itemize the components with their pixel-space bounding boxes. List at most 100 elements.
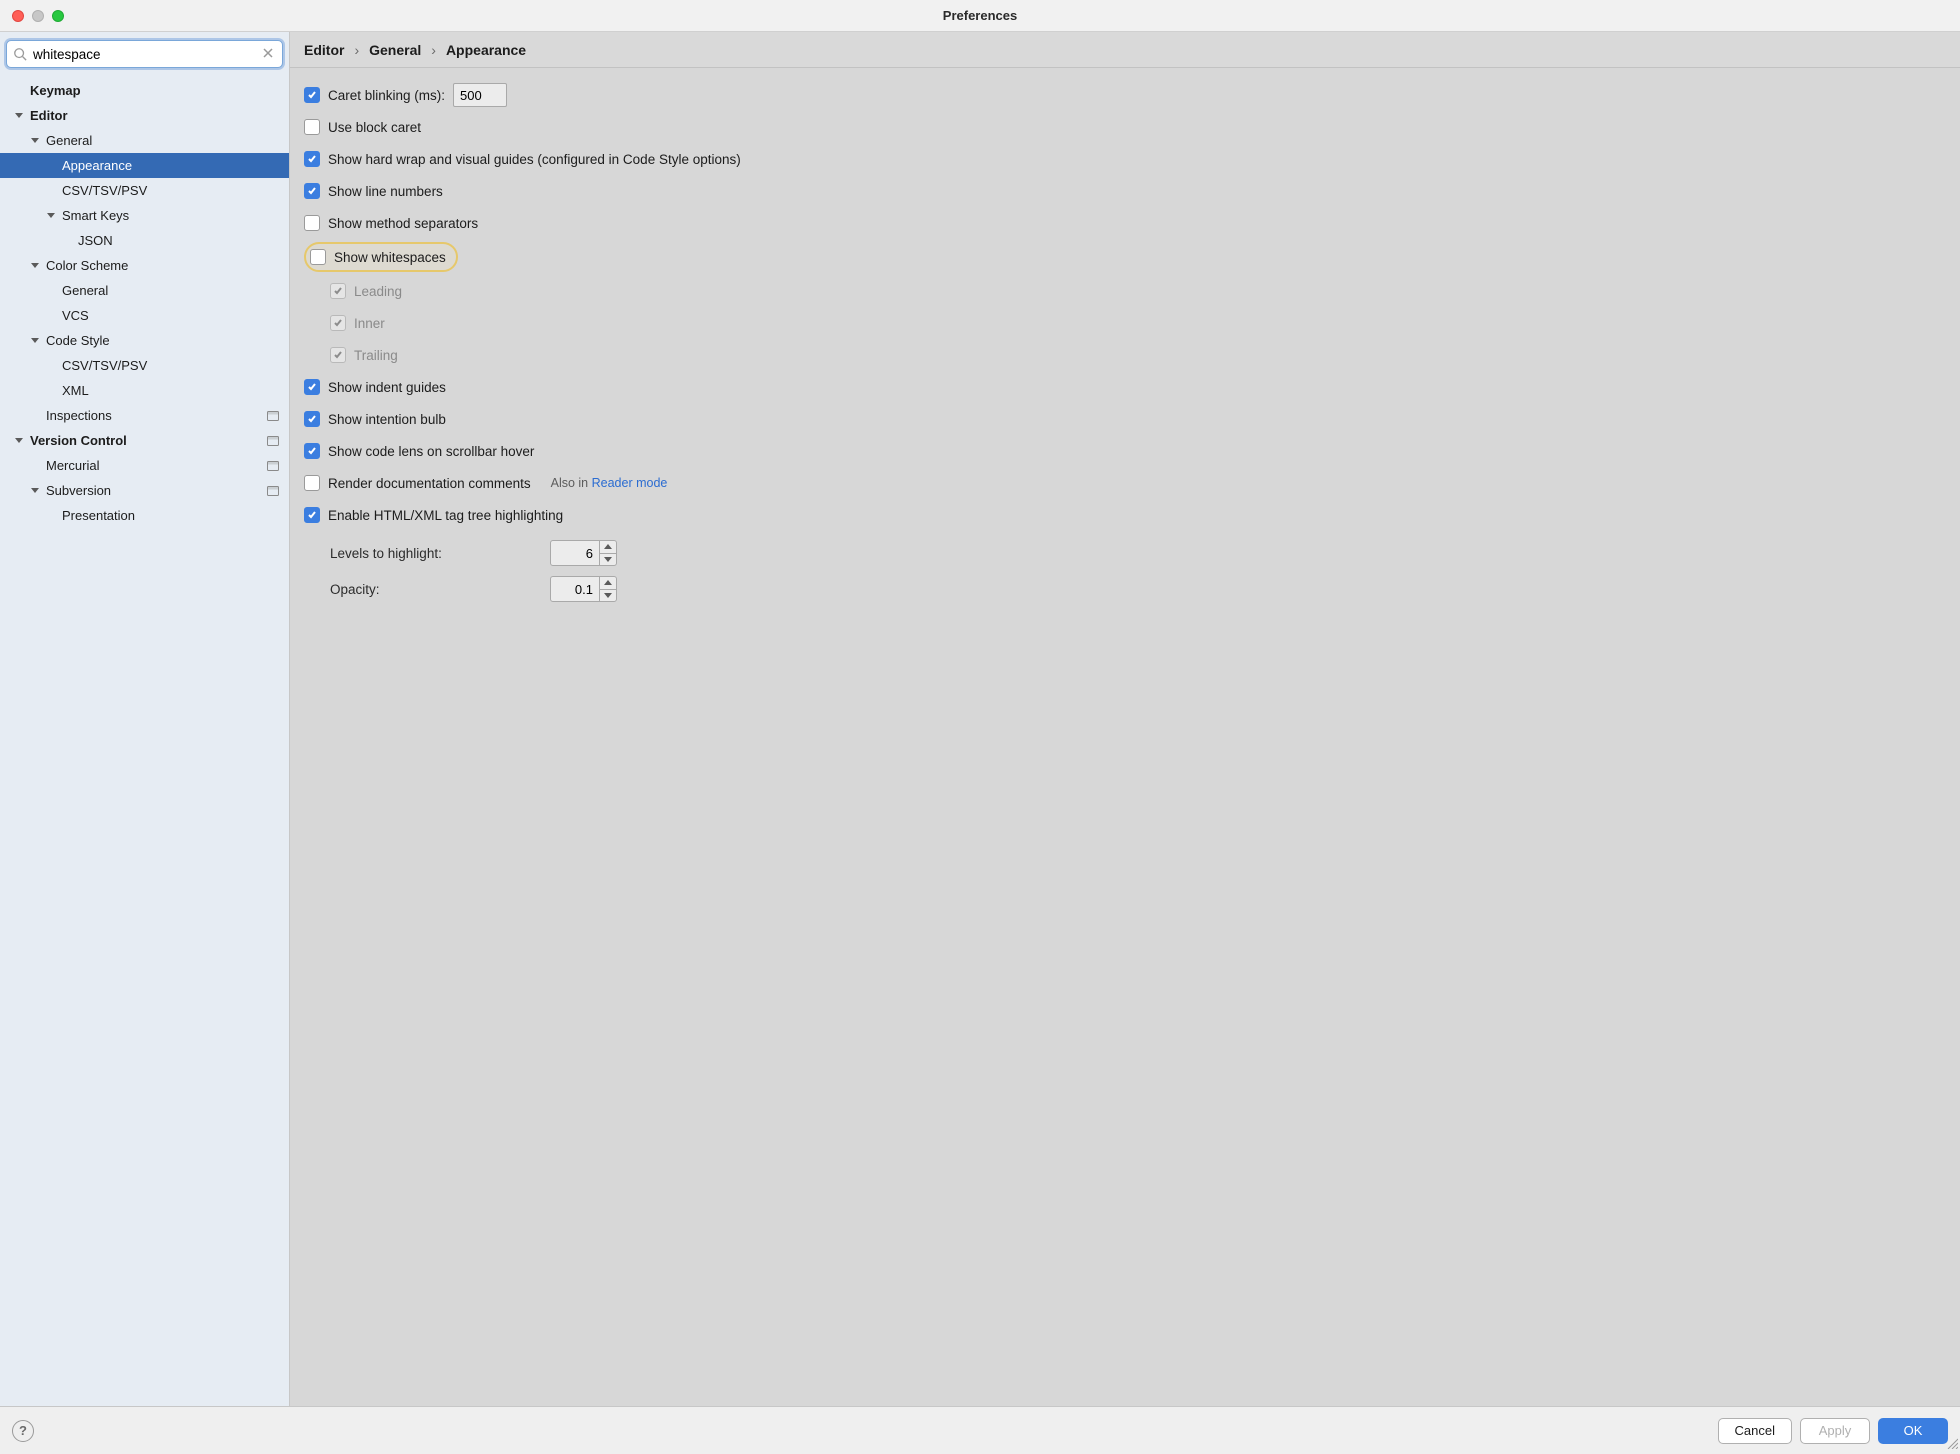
setting-caret-blinking: Caret blinking (ms): [304, 80, 1946, 110]
checkbox-show-whitespaces[interactable] [310, 249, 326, 265]
tree-item-presentation[interactable]: Presentation [0, 503, 289, 528]
setting-inner: Inner [304, 308, 1946, 338]
tree-item-colorscheme[interactable]: Color Scheme [0, 253, 289, 278]
chevron-down-icon[interactable] [14, 111, 24, 121]
breadcrumb-item[interactable]: General [369, 42, 421, 58]
window-zoom-button[interactable] [52, 10, 64, 22]
setting-levels: Levels to highlight: [304, 540, 1946, 566]
apply-button[interactable]: Apply [1800, 1418, 1870, 1444]
chevron-down-icon[interactable] [30, 336, 40, 346]
checkbox-trailing [330, 347, 346, 363]
tree-item-inspections[interactable]: Inspections [0, 403, 289, 428]
label-show-whitespaces: Show whitespaces [334, 250, 446, 265]
tree-item-vc[interactable]: Version Control [0, 428, 289, 453]
chevron-down-icon[interactable] [30, 136, 40, 146]
label-block-caret: Use block caret [328, 120, 421, 135]
tree-item-label: Editor [30, 108, 289, 123]
label-tag-tree: Enable HTML/XML tag tree highlighting [328, 508, 563, 523]
chevron-down-icon[interactable] [14, 436, 24, 446]
tree-item-label: JSON [78, 233, 289, 248]
note-also-in: Also in Reader mode [551, 476, 668, 490]
label-intention-bulb: Show intention bulb [328, 412, 446, 427]
setting-render-docs: Render documentation comments Also in Re… [304, 468, 1946, 498]
tree-item-cs-xml[interactable]: XML [0, 378, 289, 403]
chevron-down-icon[interactable] [30, 486, 40, 496]
input-caret-blinking-ms[interactable] [453, 83, 507, 107]
label-leading: Leading [354, 284, 402, 299]
checkbox-tag-tree[interactable] [304, 507, 320, 523]
project-scope-icon [267, 436, 279, 446]
tree-item-label: Subversion [46, 483, 267, 498]
checkbox-caret-blinking[interactable] [304, 87, 320, 103]
label-levels: Levels to highlight: [330, 546, 550, 561]
search-input[interactable] [31, 46, 260, 63]
tree-item-cs-vcs[interactable]: VCS [0, 303, 289, 328]
tree-item-label: Keymap [30, 83, 289, 98]
tree-item-cs-general[interactable]: General [0, 278, 289, 303]
help-button[interactable]: ? [12, 1420, 34, 1442]
checkbox-block-caret[interactable] [304, 119, 320, 135]
spinner-levels[interactable] [550, 540, 617, 566]
checkbox-render-docs[interactable] [304, 475, 320, 491]
link-reader-mode[interactable]: Reader mode [592, 476, 668, 490]
label-trailing: Trailing [354, 348, 398, 363]
input-opacity[interactable] [551, 577, 599, 601]
checkbox-hard-wrap[interactable] [304, 151, 320, 167]
window-minimize-button[interactable] [32, 10, 44, 22]
spinner-opacity[interactable] [550, 576, 617, 602]
label-caret-blinking: Caret blinking (ms): [328, 88, 445, 103]
tree-item-mercurial[interactable]: Mercurial [0, 453, 289, 478]
breadcrumb: Editor › General › Appearance [290, 32, 1960, 68]
clear-search-icon[interactable] [260, 47, 276, 62]
tree-item-appearance[interactable]: Appearance [0, 153, 289, 178]
tree-item-smartkeys[interactable]: Smart Keys [0, 203, 289, 228]
setting-block-caret: Use block caret [304, 112, 1946, 142]
label-method-separators: Show method separators [328, 216, 478, 231]
tree-item-label: Appearance [62, 158, 289, 173]
tree-item-label: Mercurial [46, 458, 267, 473]
checkbox-line-numbers[interactable] [304, 183, 320, 199]
chevron-down-icon[interactable] [46, 211, 56, 221]
tree-item-label: VCS [62, 308, 289, 323]
tree-item-codestyle[interactable]: Code Style [0, 328, 289, 353]
checkbox-method-separators[interactable] [304, 215, 320, 231]
ok-button[interactable]: OK [1878, 1418, 1948, 1444]
window-close-button[interactable] [12, 10, 24, 22]
tree-item-csv[interactable]: CSV/TSV/PSV [0, 178, 289, 203]
titlebar: Preferences [0, 0, 1960, 32]
tree-item-label: Smart Keys [62, 208, 289, 223]
tree-item-editor[interactable]: Editor [0, 103, 289, 128]
label-opacity: Opacity: [330, 582, 550, 597]
label-hard-wrap: Show hard wrap and visual guides (config… [328, 152, 741, 167]
tree-item-keymap[interactable]: Keymap [0, 78, 289, 103]
label-code-lens: Show code lens on scrollbar hover [328, 444, 534, 459]
search-field[interactable] [6, 40, 283, 68]
stepper-up-icon[interactable] [600, 541, 616, 553]
checkbox-code-lens[interactable] [304, 443, 320, 459]
window-title: Preferences [943, 8, 1017, 23]
tree-item-label: Presentation [62, 508, 289, 523]
tree-item-general[interactable]: General [0, 128, 289, 153]
setting-line-numbers: Show line numbers [304, 176, 1946, 206]
cancel-button[interactable]: Cancel [1718, 1418, 1792, 1444]
checkbox-intention-bulb[interactable] [304, 411, 320, 427]
input-levels[interactable] [551, 541, 599, 565]
chevron-down-icon[interactable] [30, 261, 40, 271]
checkbox-indent-guides[interactable] [304, 379, 320, 395]
tree-item-cs-csv[interactable]: CSV/TSV/PSV [0, 353, 289, 378]
setting-intention-bulb: Show intention bulb [304, 404, 1946, 434]
tree-item-label: CSV/TSV/PSV [62, 358, 289, 373]
project-scope-icon [267, 411, 279, 421]
tree-item-label: Color Scheme [46, 258, 289, 273]
project-scope-icon [267, 461, 279, 471]
tree-item-subversion[interactable]: Subversion [0, 478, 289, 503]
setting-leading: Leading [304, 276, 1946, 306]
tree-item-json[interactable]: JSON [0, 228, 289, 253]
stepper-up-icon[interactable] [600, 577, 616, 589]
breadcrumb-item[interactable]: Editor [304, 42, 344, 58]
setting-hard-wrap: Show hard wrap and visual guides (config… [304, 144, 1946, 174]
stepper-down-icon[interactable] [600, 589, 616, 602]
tree-item-label: Version Control [30, 433, 267, 448]
label-line-numbers: Show line numbers [328, 184, 443, 199]
stepper-down-icon[interactable] [600, 553, 616, 566]
